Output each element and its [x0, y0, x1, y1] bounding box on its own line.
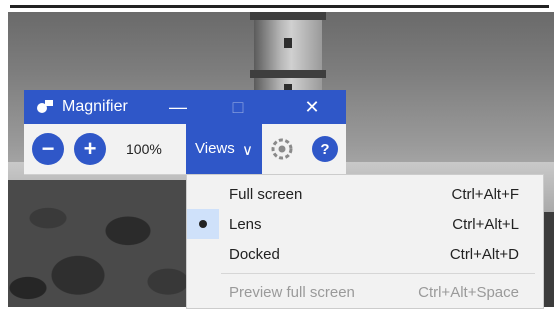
selected-indicator: [187, 209, 219, 239]
views-menu: Full screen Ctrl+Alt+F Lens Ctrl+Alt+L D…: [186, 174, 544, 309]
magnifier-toolbar: − + 100% Views ∨ ?: [24, 124, 346, 175]
menu-item-shortcut: Ctrl+Alt+Space: [418, 284, 519, 301]
magnifier-title-bar[interactable]: Magnifier — □ ✕: [24, 90, 346, 124]
menu-item-label: Lens: [229, 216, 262, 233]
menu-item-label: Docked: [229, 246, 280, 263]
minimize-icon[interactable]: —: [158, 90, 198, 124]
top-border: [0, 0, 559, 10]
magnifier-app-icon: [37, 100, 53, 113]
zoom-level: 100%: [126, 141, 162, 157]
maximize-icon[interactable]: □: [218, 90, 258, 124]
zoom-out-button[interactable]: −: [32, 133, 64, 165]
window-title: Magnifier: [62, 98, 128, 115]
menu-item-shortcut: Ctrl+Alt+F: [451, 186, 519, 203]
menu-item-shortcut: Ctrl+Alt+L: [452, 216, 519, 233]
views-button[interactable]: Views ∨: [186, 124, 262, 174]
menu-item-full-screen[interactable]: Full screen Ctrl+Alt+F: [187, 179, 543, 209]
views-label: Views: [195, 140, 235, 157]
menu-item-label: Preview full screen: [229, 284, 355, 301]
bullet-icon: [199, 220, 207, 228]
gear-icon[interactable]: [270, 137, 294, 161]
zoom-in-button[interactable]: +: [74, 133, 106, 165]
menu-separator: [221, 273, 535, 274]
menu-item-label: Full screen: [229, 186, 303, 203]
close-icon[interactable]: ✕: [292, 90, 332, 124]
chevron-down-icon: ∨: [242, 142, 253, 159]
menu-item-lens[interactable]: Lens Ctrl+Alt+L: [187, 209, 543, 239]
menu-item-preview-full-screen: Preview full screen Ctrl+Alt+Space: [187, 277, 543, 307]
rocks: [8, 180, 208, 307]
help-button[interactable]: ?: [312, 136, 338, 162]
menu-item-docked[interactable]: Docked Ctrl+Alt+D: [187, 239, 543, 269]
menu-item-shortcut: Ctrl+Alt+D: [449, 246, 519, 263]
